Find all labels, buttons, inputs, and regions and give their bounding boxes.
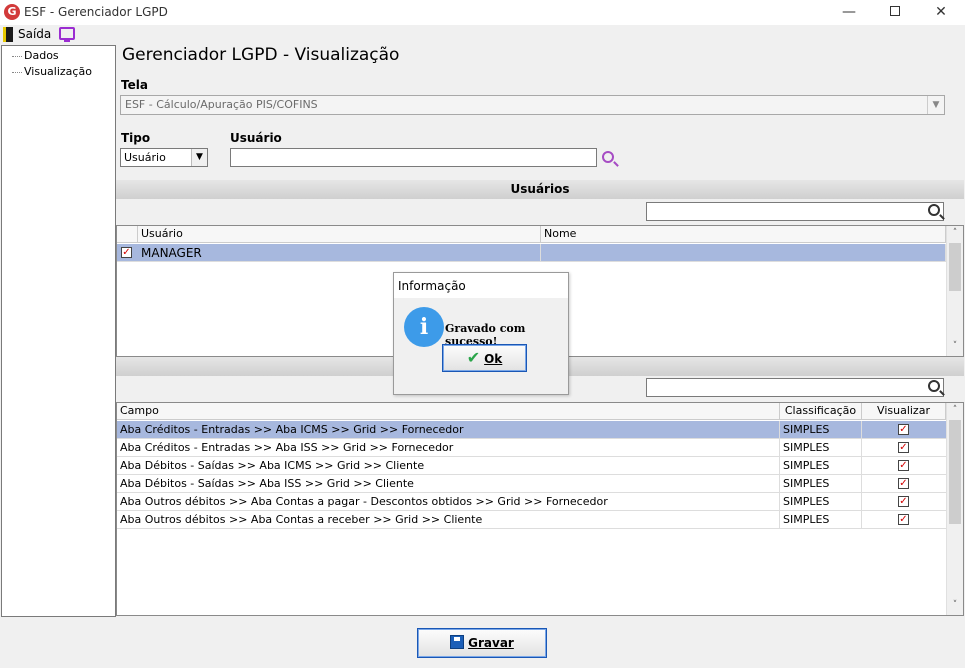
tela-label: Tela [121,78,148,92]
table-row[interactable]: Aba Outros débitos >> Aba Contas a pagar… [117,493,946,511]
classificacao-cell: SIMPLES [780,511,862,529]
classificacao-cell: SIMPLES [780,439,862,457]
checkmark-icon: ✔ [466,348,481,367]
nome-cell [541,244,946,262]
tela-select[interactable]: ESF - Cálculo/Apuração PIS/COFINS ▼ [120,95,945,115]
usuario-cell: MANAGER [138,244,541,262]
fields-filter-input[interactable] [646,378,944,397]
table-row[interactable]: Aba Outros débitos >> Aba Contas a receb… [117,511,946,529]
menu-exit[interactable]: Saída [18,27,51,41]
search-icon[interactable] [928,204,940,216]
scroll-thumb[interactable] [949,420,961,524]
scroll-thumb[interactable] [949,243,961,291]
ok-button[interactable]: ✔ Ok [442,344,527,372]
exit-door-icon[interactable] [3,27,13,42]
fields-grid-scrollbar[interactable]: ˄ ˅ [946,403,963,615]
navigation-tree: Dados Visualização [1,45,116,617]
info-dialog: Informação i Gravado com sucesso! ✔ Ok [393,272,569,395]
info-icon: i [404,307,444,347]
save-button[interactable]: Gravar [417,628,547,658]
table-row[interactable]: ✓ MANAGER [117,244,946,262]
floppy-disk-icon [450,635,465,649]
chevron-down-icon[interactable]: ▼ [927,96,944,114]
tipo-label: Tipo [121,131,151,145]
grid-header-nome[interactable]: Nome [541,226,946,243]
grid-header-visualizar[interactable]: Visualizar [862,403,946,420]
scroll-down-icon[interactable]: ˅ [947,341,963,351]
scroll-down-icon[interactable]: ˅ [947,600,963,610]
search-icon[interactable] [928,380,940,392]
campo-cell: Aba Créditos - Entradas >> Aba ICMS >> G… [117,421,780,439]
dialog-title: Informação [398,279,466,293]
row-checkbox[interactable]: ✓ [121,247,132,258]
window-title: ESF - Gerenciador LGPD [24,5,168,19]
chevron-down-icon[interactable]: ▼ [191,149,207,166]
minimize-button[interactable]: — [826,0,872,25]
tree-item-dados[interactable]: Dados [10,49,59,62]
classificacao-cell: SIMPLES [780,493,862,511]
table-row[interactable]: Aba Créditos - Entradas >> Aba ICMS >> G… [117,421,946,439]
tipo-select[interactable]: Usuário ▼ [120,148,208,167]
table-row[interactable]: Aba Créditos - Entradas >> Aba ISS >> Gr… [117,439,946,457]
tipo-select-value: Usuário [124,151,166,164]
save-button-label: Gravar [468,636,514,650]
campo-cell: Aba Débitos - Saídas >> Aba ICMS >> Grid… [117,457,780,475]
grid-header-campo[interactable]: Campo [117,403,780,420]
campo-cell: Aba Débitos - Saídas >> Aba ISS >> Grid … [117,475,780,493]
usuario-input[interactable] [230,148,597,167]
classificacao-cell: SIMPLES [780,457,862,475]
menu-bar [0,25,965,45]
users-section-header: Usuários [116,180,964,199]
fields-grid: Campo Classificação Visualizar Aba Crédi… [116,402,964,616]
campo-cell: Aba Outros débitos >> Aba Contas a receb… [117,511,780,529]
users-filter-input[interactable] [646,202,944,221]
scroll-up-icon[interactable]: ˄ [947,405,963,415]
page-title: Gerenciador LGPD - Visualização [122,45,400,65]
grid-header-usuario[interactable]: Usuário [138,226,541,243]
campo-cell: Aba Outros débitos >> Aba Contas a pagar… [117,493,780,511]
visualizar-checkbox[interactable]: ✓ [898,478,909,489]
scroll-up-icon[interactable]: ˄ [947,228,963,238]
tela-select-value: ESF - Cálculo/Apuração PIS/COFINS [125,98,318,111]
visualizar-checkbox[interactable]: ✓ [898,442,909,453]
monitor-icon[interactable] [59,27,75,42]
usuario-label: Usuário [230,131,282,145]
classificacao-cell: SIMPLES [780,421,862,439]
visualizar-checkbox[interactable]: ✓ [898,460,909,471]
tree-item-visualizacao[interactable]: Visualização [10,65,92,78]
users-grid-scrollbar[interactable]: ˄ ˅ [946,226,963,356]
table-row[interactable]: Aba Débitos - Saídas >> Aba ICMS >> Grid… [117,457,946,475]
campo-cell: Aba Créditos - Entradas >> Aba ISS >> Gr… [117,439,780,457]
maximize-button[interactable] [872,0,918,25]
search-icon[interactable] [602,151,614,163]
visualizar-checkbox[interactable]: ✓ [898,496,909,507]
close-button[interactable]: ✕ [918,0,964,25]
ok-button-label: Ok [484,352,503,366]
visualizar-checkbox[interactable]: ✓ [898,514,909,525]
grid-header-check [117,226,138,243]
classificacao-cell: SIMPLES [780,475,862,493]
table-row[interactable]: Aba Débitos - Saídas >> Aba ISS >> Grid … [117,475,946,493]
visualizar-checkbox[interactable]: ✓ [898,424,909,435]
app-logo-icon: G [4,4,20,20]
maximize-icon [890,6,900,16]
grid-header-classificacao[interactable]: Classificação [780,403,862,420]
